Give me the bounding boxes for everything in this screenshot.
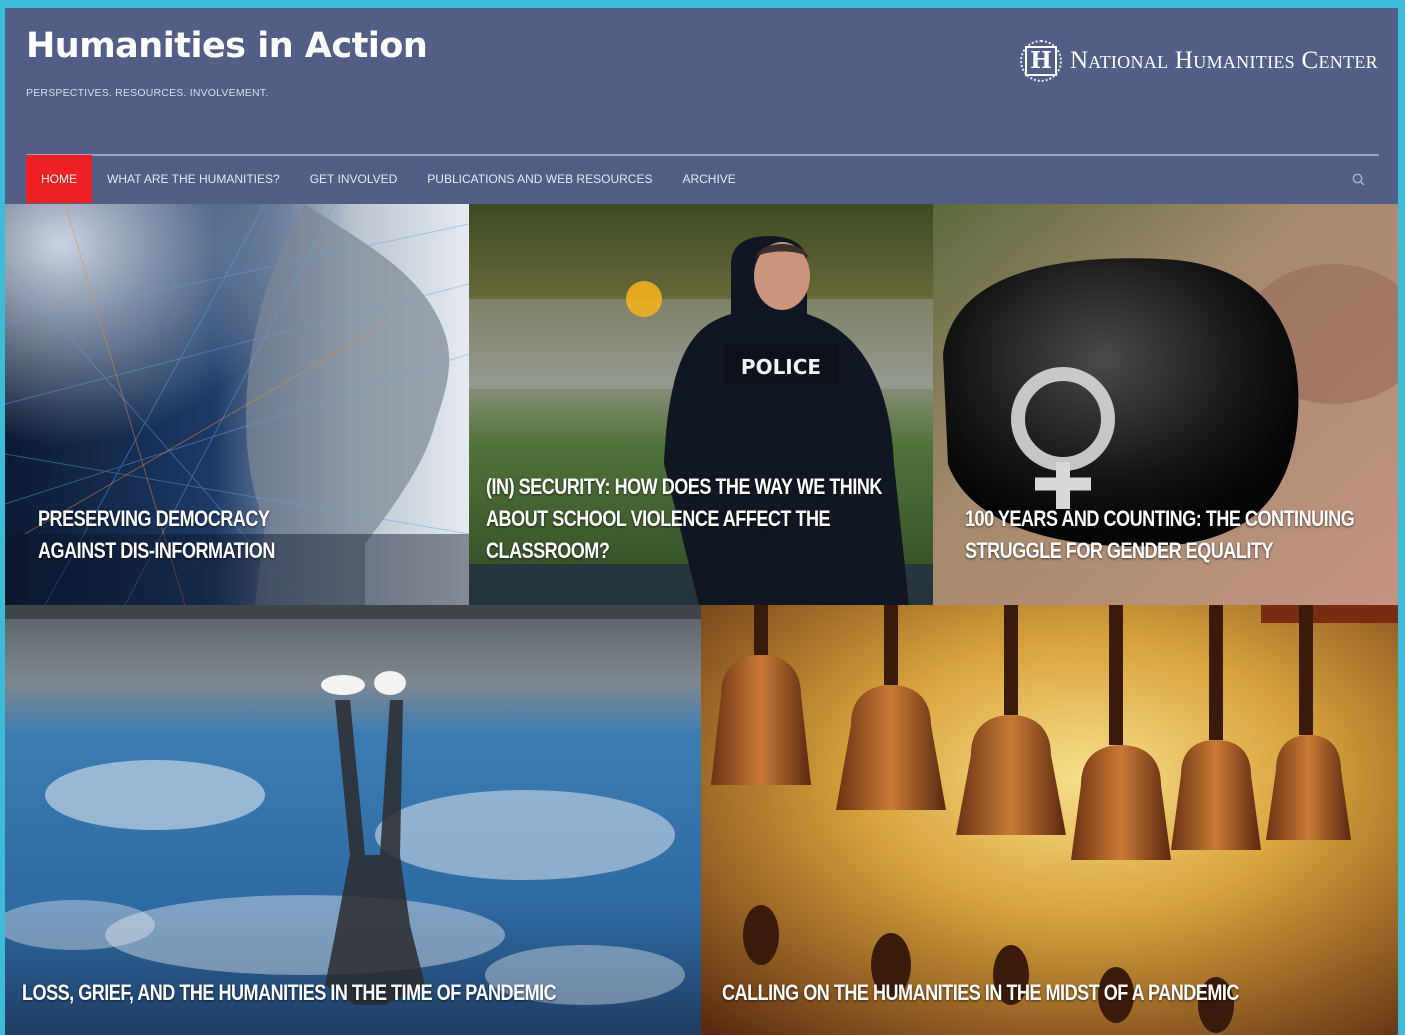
- tile-title-line: Against Dis-information: [38, 538, 275, 563]
- article-tile-calling-on-humanities[interactable]: Calling on the Humanities in the Midst o…: [701, 605, 1398, 1035]
- search-icon[interactable]: [1352, 173, 1365, 186]
- nav-item-publications[interactable]: PUBLICATIONS AND WEB RESOURCES: [412, 155, 667, 203]
- tile-title: 100 Years and Counting: The Continuing S…: [965, 503, 1391, 567]
- tile-title-line: (In) Security: How Does the Way We Think: [486, 474, 882, 499]
- puddle-reflection-image: [5, 605, 701, 1035]
- police-badge-text: POLICE: [741, 355, 821, 379]
- tile-title: Calling on the Humanities in the Midst o…: [722, 977, 1378, 1009]
- site-tagline: PERSPECTIVES. RESOURCES. INVOLVEMENT.: [26, 87, 269, 99]
- tile-title-line: Struggle for Gender Equality: [965, 538, 1273, 563]
- tile-title-line: Calling on the Humanities in the Midst o…: [722, 980, 1239, 1005]
- nav-item-what-are-the-humanities[interactable]: WHAT ARE THE HUMANITIES?: [92, 155, 295, 203]
- tile-title: Preserving Democracy Against Dis-informa…: [38, 503, 309, 567]
- tile-title-line: 100 Years and Counting: The Continuing: [965, 506, 1355, 531]
- nav-item-home[interactable]: HOME: [26, 155, 92, 203]
- logo-seal-icon: H: [1019, 40, 1062, 82]
- article-tile-gender-equality[interactable]: 100 Years and Counting: The Continuing S…: [933, 204, 1398, 605]
- article-tile-school-security[interactable]: POLICE (In) Security: How Does the Way W…: [469, 204, 933, 605]
- tile-title-line: Preserving Democracy: [38, 506, 270, 531]
- article-tile-loss-grief[interactable]: Loss, Grief, and the Humanities in the T…: [5, 605, 701, 1035]
- national-humanities-center-logo[interactable]: H National Humanities Center: [1019, 40, 1378, 82]
- tile-title: (In) Security: How Does the Way We Think…: [486, 471, 912, 567]
- tile-title-line: Loss, Grief, and the Humanities in the T…: [22, 980, 557, 1005]
- main-nav: HOME WHAT ARE THE HUMANITIES? GET INVOLV…: [26, 155, 751, 203]
- tile-title: Loss, Grief, and the Humanities in the T…: [22, 977, 678, 1009]
- page-frame: Humanities in Action PERSPECTIVES. RESOU…: [5, 8, 1398, 1035]
- logo-text: National Humanities Center: [1069, 47, 1378, 74]
- tile-title-line: About School Violence Affect the Classro…: [486, 506, 831, 563]
- logo-seal-letter: H: [1025, 46, 1057, 76]
- bells-image: [701, 605, 1398, 1035]
- nav-item-archive[interactable]: ARCHIVE: [667, 155, 750, 203]
- article-tile-democracy[interactable]: Preserving Democracy Against Dis-informa…: [5, 204, 469, 605]
- nav-item-get-involved[interactable]: GET INVOLVED: [295, 155, 413, 203]
- site-header: Humanities in Action PERSPECTIVES. RESOU…: [5, 8, 1398, 204]
- site-title[interactable]: Humanities in Action: [26, 26, 428, 66]
